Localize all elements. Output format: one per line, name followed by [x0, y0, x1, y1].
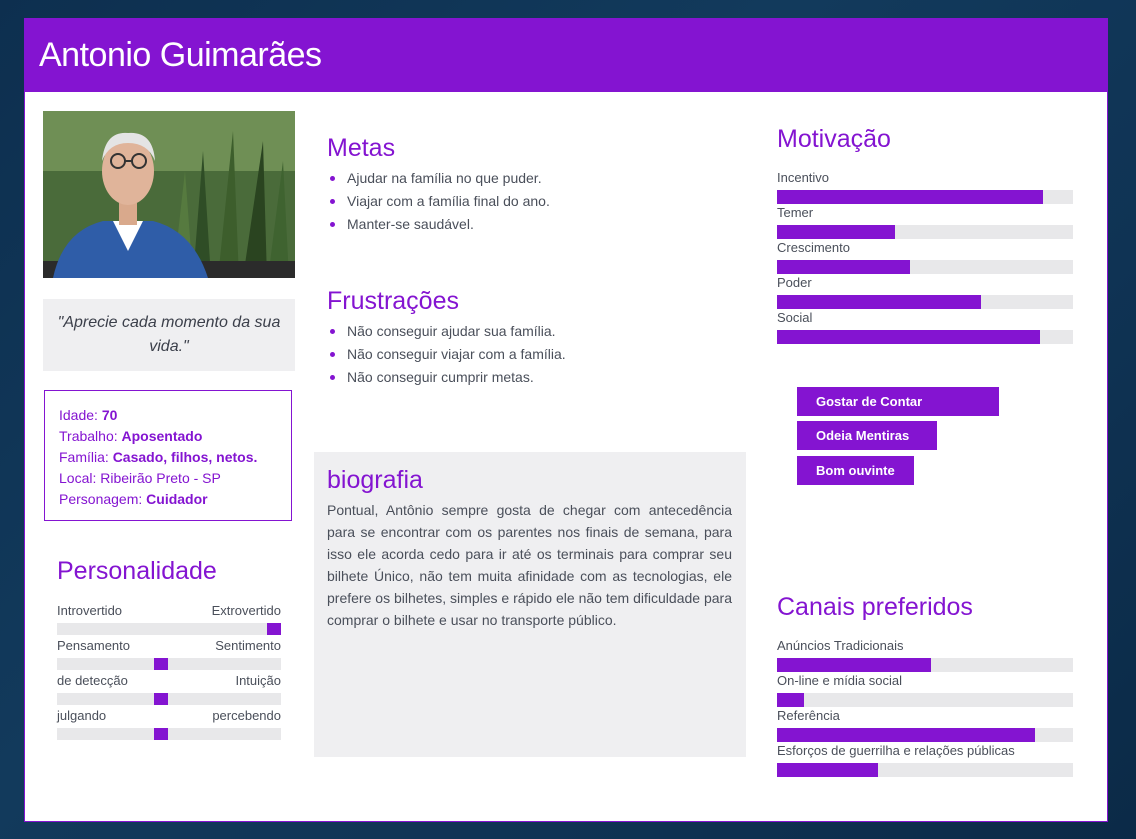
biography-title: biografia	[327, 466, 423, 494]
motivation-track	[777, 295, 1073, 309]
channel-online: On-line e mídia social	[777, 673, 1073, 708]
motivation-fill	[777, 190, 1044, 204]
motivation-track	[777, 330, 1073, 344]
motivation-fill	[777, 295, 982, 309]
header: Antonio Guimarães	[25, 19, 1107, 92]
fact-work: Trabalho: Aposentado	[59, 428, 203, 444]
motivation-fill	[777, 330, 1041, 344]
personality-trait-deteccao: de detecção Intuição	[57, 673, 281, 708]
personality-trait-pensamento: Pensamento Sentimento	[57, 638, 281, 673]
fact-family: Família: Casado, filhos, netos.	[59, 449, 258, 465]
channel-referencia: Referência	[777, 708, 1073, 743]
channel-fill	[777, 763, 878, 777]
personality-trait-julgando: julgando percebendo	[57, 708, 281, 743]
motivation-track	[777, 225, 1073, 239]
channels-title: Canais preferidos	[777, 593, 973, 621]
fact-age: Idade: 70	[59, 407, 118, 423]
quote-text: "Aprecie cada momento da sua vida."	[57, 314, 281, 355]
trait-marker	[154, 728, 168, 740]
motivation-social: Social	[777, 310, 1073, 345]
frustration-item: Não conseguir viajar com a família.	[327, 343, 566, 366]
channel-guerrilha: Esforços de guerrilha e relações pública…	[777, 743, 1073, 778]
frustrations-title: Frustrações	[327, 287, 459, 315]
motivation-temer: Temer	[777, 205, 1073, 240]
goals-list: Ajudar na família no que puder. Viajar c…	[327, 167, 550, 236]
trait-tag: Gostar de Contar Histórias	[797, 387, 999, 438]
trait-track	[57, 623, 281, 635]
persona-facts: Idade: 70 Trabalho: Aposentado Família: …	[44, 390, 292, 521]
biography-text: Pontual, Antônio sempre gosta de chegar …	[327, 502, 732, 628]
trait-marker	[267, 623, 281, 635]
frustration-item: Não conseguir cumprir metas.	[327, 366, 566, 389]
personality-title: Personalidade	[57, 557, 217, 585]
frustration-item: Não conseguir ajudar sua família.	[327, 320, 566, 343]
trait-marker	[154, 658, 168, 670]
channel-track	[777, 728, 1073, 742]
goals-title: Metas	[327, 134, 396, 162]
channel-fill	[777, 728, 1035, 742]
persona-photo	[43, 111, 295, 278]
persona-card: Antonio Guimarães "Aprecie cada momento …	[24, 18, 1108, 822]
motivation-incentivo: Incentivo	[777, 170, 1073, 205]
fact-persona-type: Personagem: Cuidador	[59, 491, 208, 507]
trait-tag: Bom ouvinte	[797, 456, 914, 485]
motivation-fill	[777, 260, 911, 274]
trait-track	[57, 693, 281, 705]
goal-item: Manter-se saudável.	[327, 213, 550, 236]
biography-panel: biografia Pontual, Antônio sempre gosta …	[314, 452, 746, 757]
motivation-crescimento: Crescimento	[777, 240, 1073, 275]
persona-name: Antonio Guimarães	[39, 36, 322, 74]
persona-quote: "Aprecie cada momento da sua vida."	[43, 299, 295, 371]
goal-item: Ajudar na família no que puder.	[327, 167, 550, 190]
motivation-track	[777, 260, 1073, 274]
personality-trait-introvertido: Introvertido Extrovertido	[57, 603, 281, 638]
channel-track	[777, 693, 1073, 707]
channel-fill	[777, 693, 804, 707]
channel-track	[777, 658, 1073, 672]
channel-fill	[777, 658, 931, 672]
trait-marker	[154, 693, 168, 705]
channel-anuncios: Anúncios Tradicionais	[777, 638, 1073, 673]
frustrations-list: Não conseguir ajudar sua família. Não co…	[327, 320, 566, 389]
trait-tag: Odeia Mentiras	[797, 421, 937, 450]
goal-item: Viajar com a família final do ano.	[327, 190, 550, 213]
trait-track	[57, 728, 281, 740]
trait-track	[57, 658, 281, 670]
channel-track	[777, 763, 1073, 777]
fact-location: Local: Ribeirão Preto - SP	[59, 470, 221, 486]
motivation-fill	[777, 225, 896, 239]
motivation-poder: Poder	[777, 275, 1073, 310]
motivation-title: Motivação	[777, 125, 891, 153]
motivation-track	[777, 190, 1073, 204]
